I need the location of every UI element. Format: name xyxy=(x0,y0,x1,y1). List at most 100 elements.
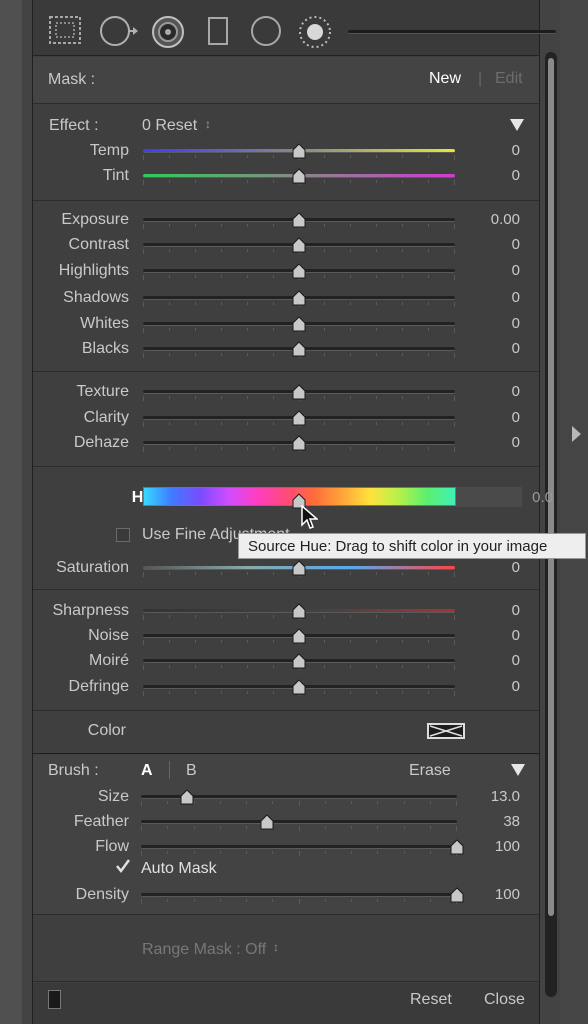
defringe-value[interactable]: 0 xyxy=(450,678,520,695)
texture-value[interactable]: 0 xyxy=(450,383,520,400)
highlights-slider-thumb[interactable] xyxy=(292,263,306,279)
temp-value[interactable]: 0 xyxy=(450,142,520,159)
contrast-value[interactable]: 0 xyxy=(450,236,520,253)
contrast-label: Contrast xyxy=(68,236,129,253)
color-swatch-none-icon[interactable] xyxy=(427,723,465,744)
clarity-value[interactable]: 0 xyxy=(450,409,520,426)
hue-tooltip: Source Hue: Drag to shift color in your … xyxy=(238,533,586,559)
brush-size-quick-slider[interactable] xyxy=(348,30,556,34)
defringe-label: Defringe xyxy=(68,678,129,695)
flow-slider-ticks xyxy=(141,851,457,856)
flow-slider-track[interactable] xyxy=(141,845,457,849)
contrast-slider-thumb[interactable] xyxy=(292,237,306,253)
blacks-label: Blacks xyxy=(81,340,129,357)
size-label: Size xyxy=(97,788,129,805)
exposure-value[interactable]: 0.00 xyxy=(450,211,520,228)
clarity-label: Clarity xyxy=(83,409,129,426)
mask-new-button[interactable]: New xyxy=(429,70,461,88)
density-slider-track[interactable] xyxy=(141,893,457,897)
blacks-value[interactable]: 0 xyxy=(450,340,520,357)
saturation-value[interactable]: 0 xyxy=(450,559,520,576)
density-slider-ticks xyxy=(141,899,457,904)
range-mask-section: Range Mask : Off ↕ xyxy=(33,916,539,982)
panel-switch-toggle[interactable] xyxy=(48,990,61,1009)
sharpness-value[interactable]: 0 xyxy=(450,602,520,619)
exposure-label: Exposure xyxy=(61,211,129,228)
collapse-panel-arrow-icon[interactable] xyxy=(572,426,581,442)
panel-scrollbar-thumb[interactable] xyxy=(548,58,554,916)
shadows-value[interactable]: 0 xyxy=(450,289,520,306)
flow-label: Flow xyxy=(95,838,129,855)
mask-edit-button[interactable]: Edit xyxy=(495,70,523,88)
hue-value: 0.0 xyxy=(532,489,553,506)
crop-overlay-icon[interactable] xyxy=(48,15,82,50)
defringe-slider-thumb[interactable] xyxy=(292,679,306,695)
tint-label: Tint xyxy=(102,167,129,184)
fine-adjustment-checkbox[interactable] xyxy=(116,528,130,542)
blacks-slider-thumb[interactable] xyxy=(292,341,306,357)
highlights-value[interactable]: 0 xyxy=(450,262,520,279)
moir-label: Moiré xyxy=(88,652,129,669)
tint-value[interactable]: 0 xyxy=(450,167,520,184)
brush-divider xyxy=(169,761,170,779)
size-value[interactable]: 13.0 xyxy=(450,788,520,805)
tool-strip xyxy=(33,0,556,56)
whites-slider-thumb[interactable] xyxy=(292,316,306,332)
adjustment-brush-icon[interactable] xyxy=(297,14,333,55)
saturation-slider-thumb[interactable] xyxy=(292,560,306,576)
close-button[interactable]: Close xyxy=(484,991,525,1009)
spot-removal-icon[interactable] xyxy=(99,15,139,52)
moir-slider-thumb[interactable] xyxy=(292,653,306,669)
color-label: Color xyxy=(87,722,126,739)
highlights-label: Highlights xyxy=(58,262,129,279)
density-label: Density xyxy=(75,886,129,903)
sharpness-slider-thumb[interactable] xyxy=(292,603,306,619)
density-value[interactable]: 100 xyxy=(450,886,520,903)
effect-preset-dropdown[interactable]: 0 Reset xyxy=(142,117,197,135)
dehaze-slider-thumb[interactable] xyxy=(292,435,306,451)
radial-filter-icon[interactable] xyxy=(250,15,282,52)
dehaze-label: Dehaze xyxy=(73,434,129,451)
brush-label: Brush : xyxy=(48,762,99,779)
right-panel-edge xyxy=(560,0,588,1024)
mask-header: Mask : New | Edit xyxy=(33,57,539,104)
graduated-filter-icon[interactable] xyxy=(207,16,229,51)
panel-footer: Reset Close xyxy=(33,983,539,1024)
range-mask-stepper-icon[interactable]: ↕ xyxy=(273,940,279,954)
brush-erase-button[interactable]: Erase xyxy=(409,762,451,780)
reset-button[interactable]: Reset xyxy=(410,991,452,1009)
texture-slider-thumb[interactable] xyxy=(292,384,306,400)
mask-separator: | xyxy=(478,70,483,87)
red-eye-icon[interactable] xyxy=(151,15,185,54)
dehaze-value[interactable]: 0 xyxy=(450,434,520,451)
brush-a-button[interactable]: A xyxy=(141,762,153,780)
flow-value[interactable]: 100 xyxy=(450,838,520,855)
whites-label: Whites xyxy=(80,315,129,332)
auto-mask-label: Auto Mask xyxy=(141,860,217,877)
temp-slider-thumb[interactable] xyxy=(292,143,306,159)
clarity-slider-thumb[interactable] xyxy=(292,410,306,426)
moir-value[interactable]: 0 xyxy=(450,652,520,669)
mouse-cursor-icon xyxy=(300,504,320,536)
temp-label: Temp xyxy=(89,142,129,159)
effect-label: Effect : xyxy=(49,117,99,134)
auto-mask-checkbox[interactable] xyxy=(115,858,131,879)
brush-disclosure-triangle-icon[interactable] xyxy=(511,764,525,776)
exposure-slider-thumb[interactable] xyxy=(292,212,306,228)
noise-value[interactable]: 0 xyxy=(450,627,520,644)
whites-value[interactable]: 0 xyxy=(450,315,520,332)
feather-value[interactable]: 38 xyxy=(450,813,520,830)
noise-label: Noise xyxy=(88,627,129,644)
feather-slider-thumb[interactable] xyxy=(260,814,274,830)
feather-slider-track[interactable] xyxy=(141,820,457,824)
effect-disclosure-triangle-icon[interactable] xyxy=(510,119,524,131)
noise-slider-thumb[interactable] xyxy=(292,628,306,644)
sharpness-label: Sharpness xyxy=(52,602,130,619)
feather-slider-ticks xyxy=(141,826,457,831)
size-slider-thumb[interactable] xyxy=(180,789,194,805)
tint-slider-thumb[interactable] xyxy=(292,168,306,184)
range-mask-dropdown[interactable]: Range Mask : Off xyxy=(142,941,266,959)
effect-preset-stepper-icon[interactable]: ↕ xyxy=(205,117,211,131)
shadows-slider-thumb[interactable] xyxy=(292,290,306,306)
brush-b-button[interactable]: B xyxy=(186,762,197,780)
